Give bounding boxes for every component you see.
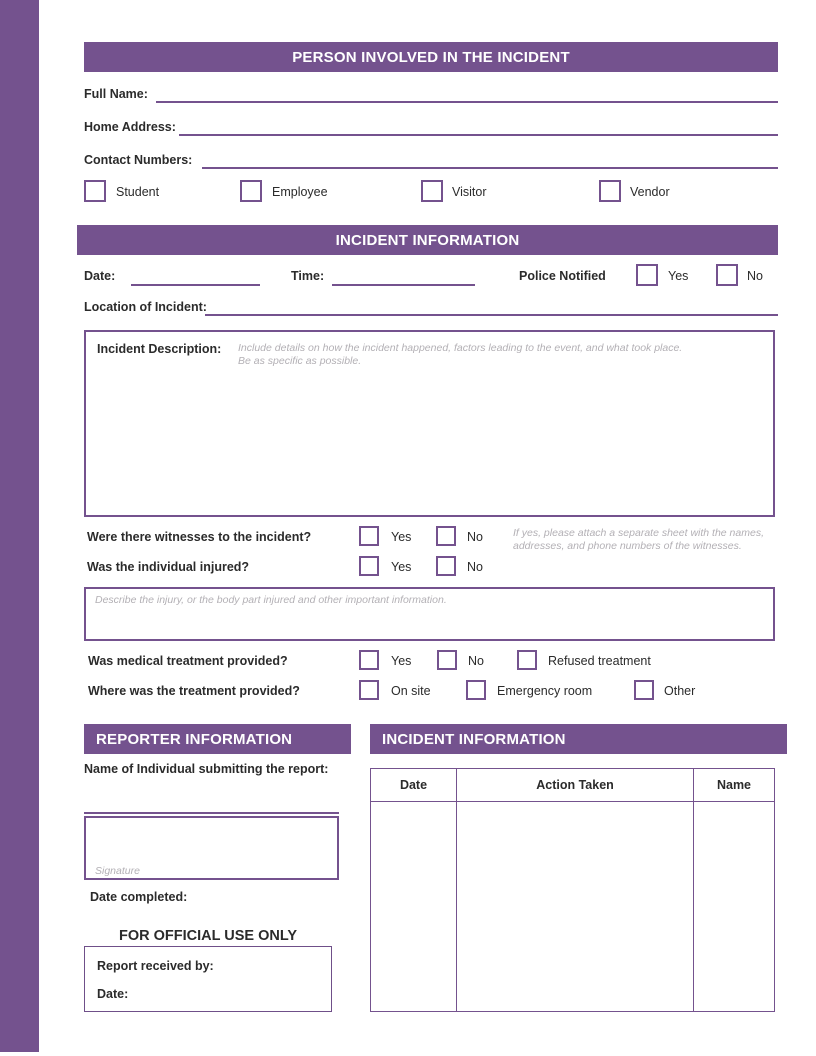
report-received-by-label: Report received by: (97, 959, 214, 973)
home-address-input[interactable] (179, 134, 778, 136)
checkbox-witness-yes[interactable] (359, 526, 379, 546)
checkbox-witness-no-label: No (467, 530, 483, 544)
location-of-incident-label: Location of Incident: (84, 300, 207, 314)
incident-description-label: Incident Description: (97, 342, 222, 356)
checkbox-treatment-refused[interactable] (517, 650, 537, 670)
column-header-action-taken: Action Taken (456, 769, 693, 801)
checkbox-police-no-label: No (747, 269, 763, 283)
witness-question-label: Were there witnesses to the incident? (87, 530, 312, 544)
action-table-header-row: Date Action Taken Name (371, 769, 774, 802)
incident-time-label: Time: (291, 269, 325, 283)
reporter-name-label: Name of Individual submitting the report… (84, 762, 329, 776)
injury-description-hint: Describe the injury, or the body part in… (95, 594, 447, 606)
column-header-date: Date (399, 778, 428, 792)
checkbox-employee[interactable] (240, 180, 262, 202)
action-table-header-label: INCIDENT INFORMATION (382, 730, 566, 748)
incident-section-header: INCIDENT INFORMATION (77, 225, 778, 255)
official-use-title: FOR OFFICIAL USE ONLY (118, 928, 298, 944)
treatment-question-label: Was medical treatment provided? (88, 654, 288, 668)
checkbox-where-other[interactable] (634, 680, 654, 700)
action-table-body[interactable] (371, 802, 774, 1011)
checkbox-injury-yes[interactable] (359, 556, 379, 576)
action-table-header: INCIDENT INFORMATION (370, 724, 787, 754)
checkbox-where-onsite[interactable] (359, 680, 379, 700)
checkbox-witness-no[interactable] (436, 526, 456, 546)
incident-section-header-label: INCIDENT INFORMATION (335, 231, 520, 249)
incident-date-label: Date: (84, 269, 116, 283)
checkbox-student-label: Student (116, 185, 160, 199)
official-date-label: Date: (97, 987, 129, 1001)
reporter-section-header-label: REPORTER INFORMATION (96, 730, 293, 748)
checkbox-employee-label: Employee (272, 185, 328, 199)
police-notified-label: Police Notified (519, 269, 606, 283)
official-use-box (84, 946, 332, 1012)
checkbox-injury-no-label: No (467, 560, 483, 574)
checkbox-visitor[interactable] (421, 180, 443, 202)
reporter-name-input[interactable] (84, 812, 339, 814)
checkbox-where-emergency-room-label: Emergency room (497, 684, 593, 698)
location-of-incident-input[interactable] (205, 314, 778, 316)
witness-attachment-note: If yes, please attach a separate sheet w… (513, 527, 764, 553)
checkbox-injury-no[interactable] (436, 556, 456, 576)
injury-question-label: Was the individual injured? (87, 560, 250, 574)
table-cell-name[interactable] (693, 802, 774, 1011)
full-name-input[interactable] (156, 101, 778, 103)
checkbox-treatment-refused-label: Refused treatment (548, 654, 651, 668)
contact-numbers-input[interactable] (202, 167, 778, 169)
checkbox-where-emergency-room[interactable] (466, 680, 486, 700)
checkbox-police-yes-label: Yes (668, 269, 689, 283)
incident-date-input[interactable] (131, 284, 260, 286)
where-treatment-question-label: Where was the treatment provided? (88, 684, 300, 698)
left-accent-bar (0, 0, 39, 1052)
person-section-header-label: PERSON INVOLVED IN THE INCIDENT (292, 48, 570, 66)
checkbox-vendor[interactable] (599, 180, 621, 202)
full-name-label: Full Name: (84, 87, 148, 101)
checkbox-treatment-yes[interactable] (359, 650, 379, 670)
checkbox-where-other-label: Other (664, 684, 696, 698)
reporter-section-header: REPORTER INFORMATION (84, 724, 351, 754)
table-cell-date[interactable] (371, 802, 456, 1011)
home-address-label: Home Address: (84, 120, 176, 134)
checkbox-treatment-yes-label: Yes (391, 654, 412, 668)
column-header-name: Name (693, 769, 774, 801)
incident-report-form: PERSON INVOLVED IN THE INCIDENT Full Nam… (0, 0, 816, 1056)
person-section-header: PERSON INVOLVED IN THE INCIDENT (84, 42, 778, 72)
checkbox-witness-yes-label: Yes (391, 530, 412, 544)
checkbox-visitor-label: Visitor (452, 185, 487, 199)
checkbox-student[interactable] (84, 180, 106, 202)
checkbox-vendor-label: Vendor (630, 185, 670, 199)
checkbox-injury-yes-label: Yes (391, 560, 412, 574)
incident-time-input[interactable] (332, 284, 475, 286)
checkbox-police-yes[interactable] (636, 264, 658, 286)
signature-hint: Signature (95, 865, 140, 877)
date-completed-label: Date completed: (90, 890, 188, 904)
action-table: Date Action Taken Name (370, 768, 775, 1012)
checkbox-police-no[interactable] (716, 264, 738, 286)
checkbox-where-onsite-label: On site (391, 684, 431, 698)
contact-numbers-label: Contact Numbers: (84, 153, 193, 167)
checkbox-treatment-no[interactable] (437, 650, 457, 670)
checkbox-treatment-no-label: No (468, 654, 484, 668)
incident-description-hint: Include details on how the incident happ… (238, 342, 683, 368)
table-cell-action-taken[interactable] (456, 802, 693, 1011)
